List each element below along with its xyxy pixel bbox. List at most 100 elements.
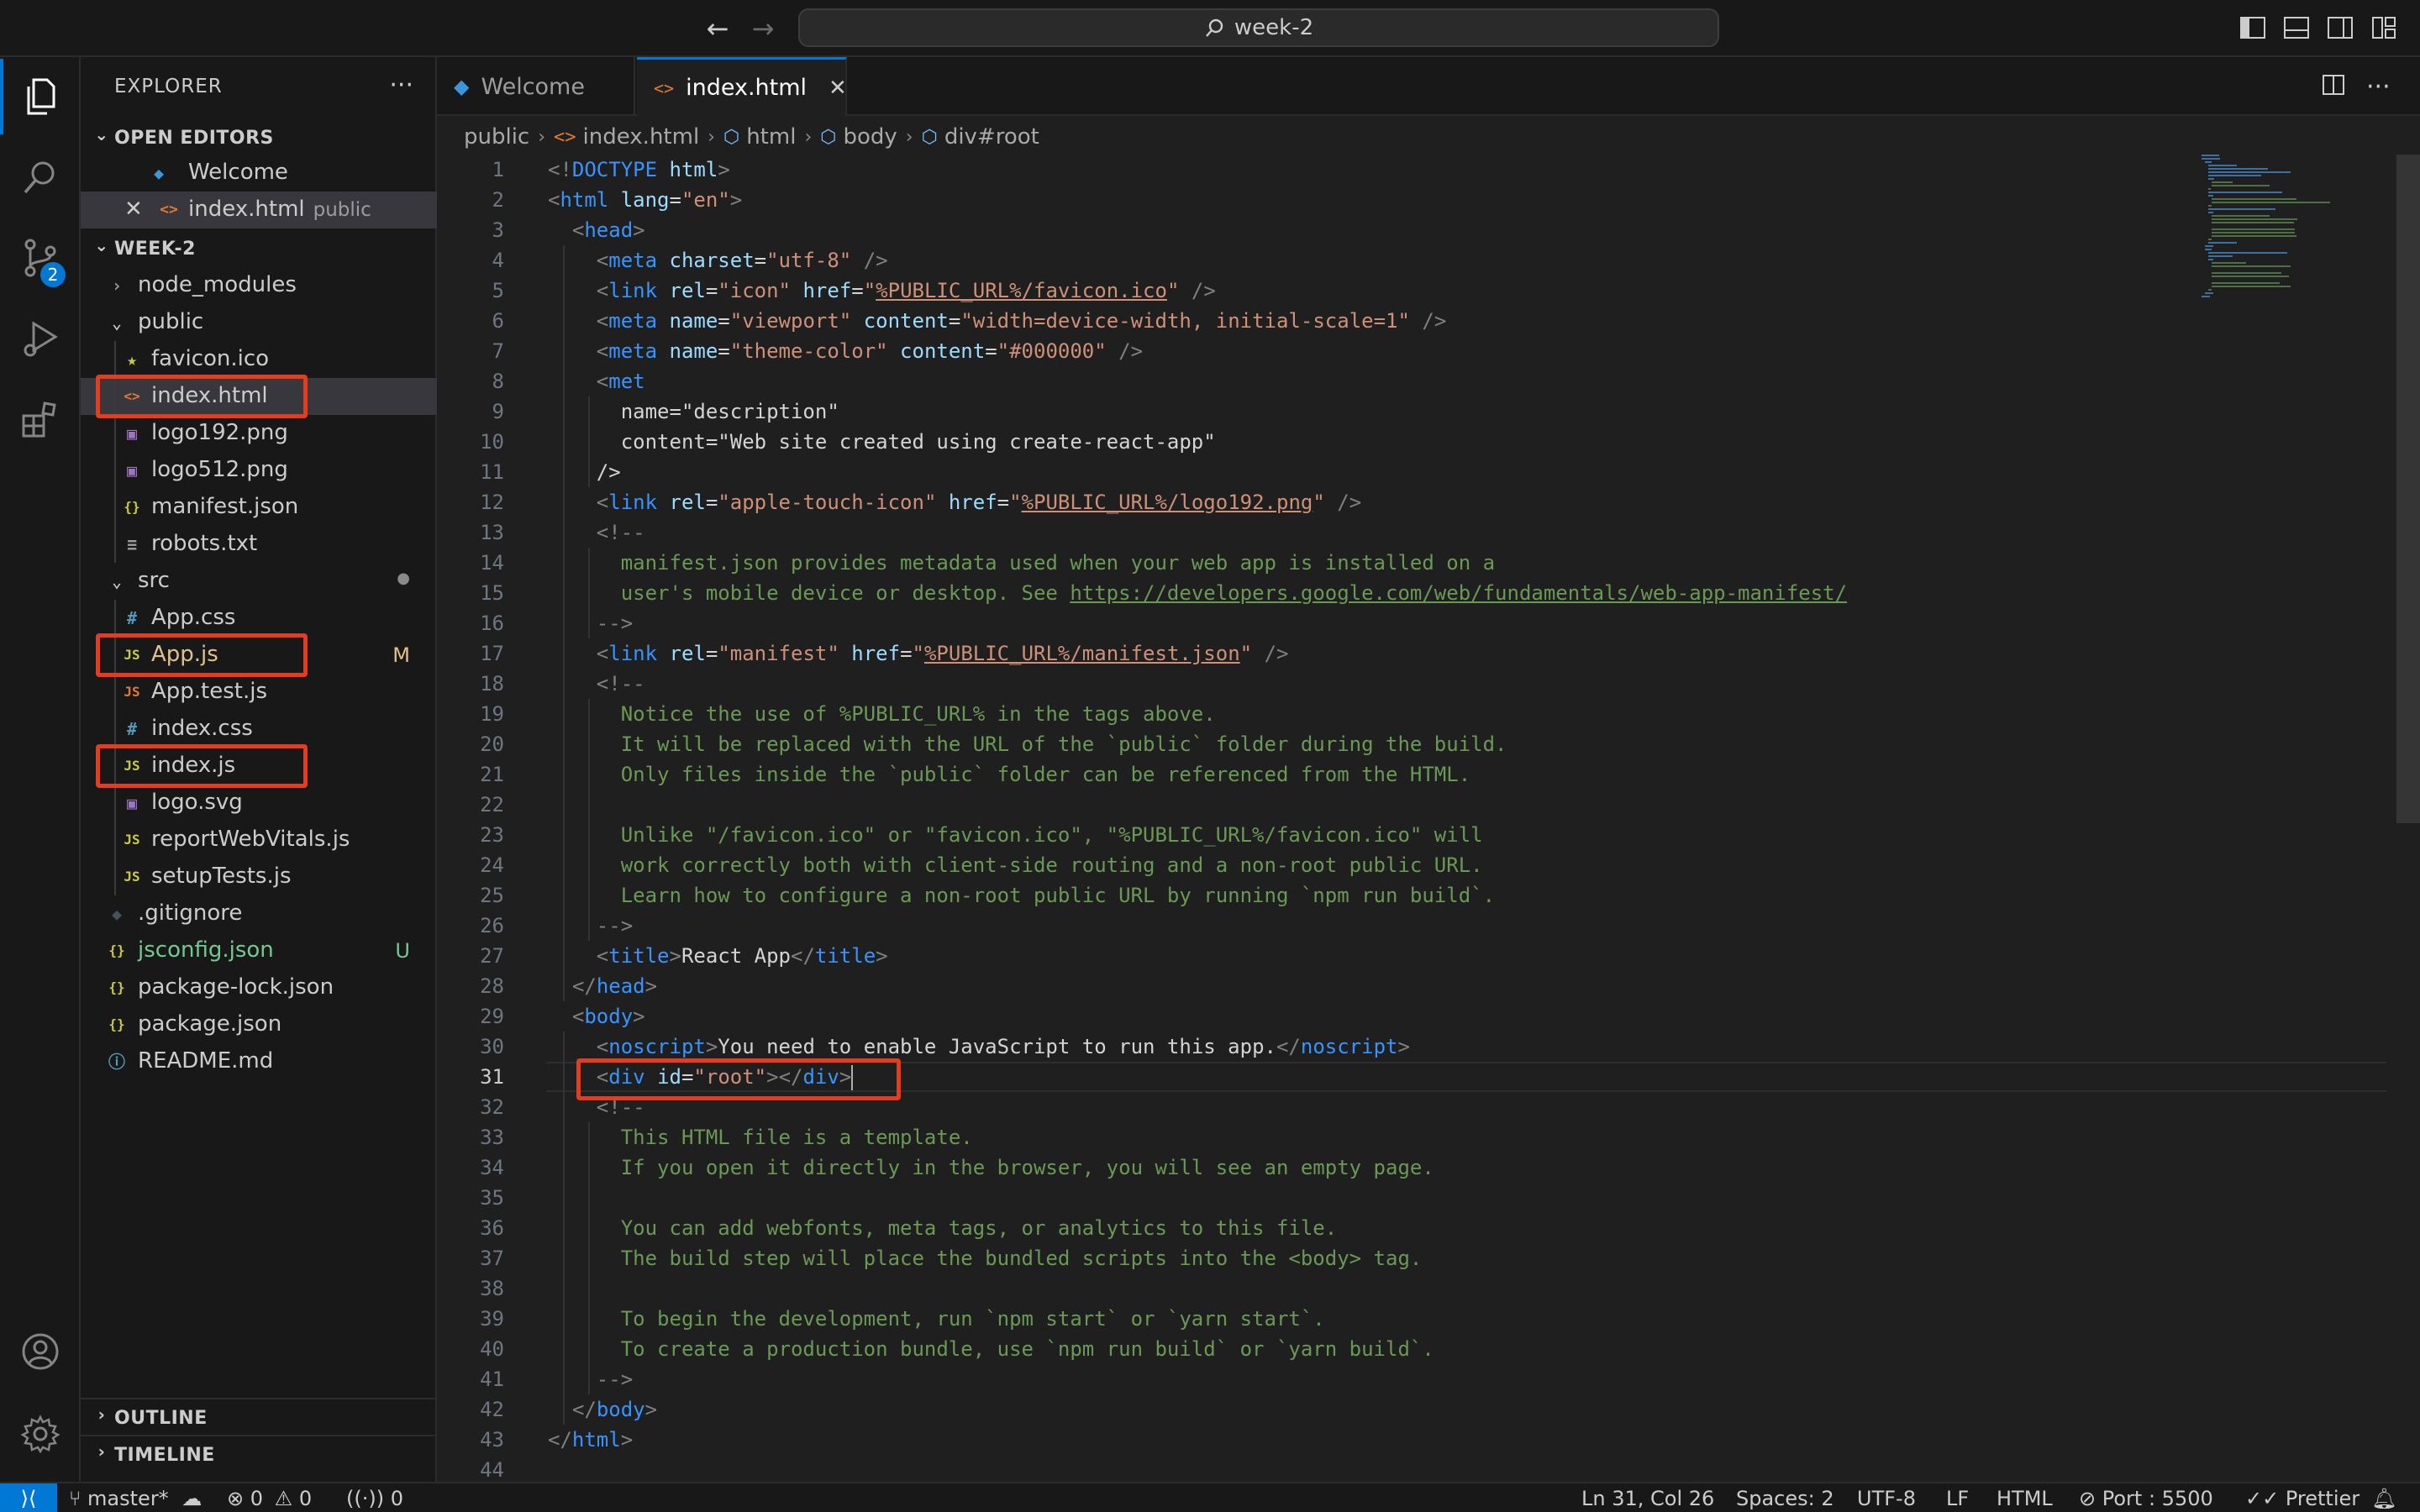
code-line[interactable]: </html> xyxy=(548,1425,633,1455)
tree-file-app-test-js[interactable]: JS App.test.js xyxy=(81,674,437,711)
tree-file-app-css[interactable]: # App.css xyxy=(81,600,437,637)
toggle-secondary-sidebar-icon[interactable] xyxy=(2326,13,2354,42)
customize-layout-icon[interactable] xyxy=(2370,13,2398,42)
tree-folder-node-modules[interactable]: › node_modules xyxy=(81,267,437,304)
tab-welcome[interactable]: ◆ Welcome xyxy=(437,57,635,116)
tree-file-package-json[interactable]: {} package.json xyxy=(81,1006,437,1043)
code-line[interactable]: Learn how to configure a non-root public… xyxy=(548,880,1495,911)
toggle-panel-icon[interactable] xyxy=(2282,13,2311,42)
problems-status[interactable]: ⊗ 0 ⚠ 0 xyxy=(227,1487,312,1510)
open-editor-welcome[interactable]: ◆ Welcome xyxy=(81,155,437,192)
code-line[interactable]: <!DOCTYPE html> xyxy=(548,155,730,185)
tree-file-gitignore[interactable]: ◆ .gitignore xyxy=(81,895,437,932)
code-line[interactable]: manifest.json provides metadata used whe… xyxy=(548,548,1495,578)
timeline-header[interactable]: › TIMELINE xyxy=(81,1435,437,1472)
toggle-primary-sidebar-icon[interactable] xyxy=(2238,13,2267,42)
code-line[interactable]: Only files inside the `public` folder ca… xyxy=(548,759,1470,790)
tree-folder-src[interactable]: ⌄ src ● xyxy=(81,563,437,600)
code-line[interactable]: <meta name="viewport" content="width=dev… xyxy=(548,306,1447,336)
minimap[interactable] xyxy=(2202,155,2370,306)
code-line[interactable]: <title>React App</title> xyxy=(548,941,888,971)
code-line[interactable]: It will be replaced with the URL of the … xyxy=(548,729,1507,759)
branch-status[interactable]: ⑂ master* ☁ xyxy=(69,1487,202,1510)
run-debug-activity[interactable] xyxy=(0,301,81,376)
scrollbar-thumb[interactable] xyxy=(2396,155,2420,823)
tree-file-setuptests-js[interactable]: JS setupTests.js xyxy=(81,858,437,895)
extensions-activity[interactable] xyxy=(0,381,81,457)
code-line[interactable]: To create a production bundle, use `npm … xyxy=(548,1334,1434,1364)
code-line[interactable]: To begin the development, run `npm start… xyxy=(548,1304,1325,1334)
tree-folder-public[interactable]: ⌄ public xyxy=(81,304,437,341)
code-line[interactable]: <meta name="theme-color" content="#00000… xyxy=(548,336,1143,366)
tree-file-index-css[interactable]: # index.css xyxy=(81,711,437,748)
breadcrumb-symbol-body[interactable]: body xyxy=(843,124,897,150)
code-line[interactable]: --> xyxy=(548,911,633,941)
split-editor-icon[interactable] xyxy=(2321,72,2346,104)
code-line[interactable]: <link rel="manifest" href="%PUBLIC_URL%/… xyxy=(548,638,1289,669)
code-line[interactable]: If you open it directly in the browser, … xyxy=(548,1152,1434,1183)
language-mode-status[interactable]: HTML xyxy=(1996,1487,2053,1510)
code-line[interactable]: Unlike "/favicon.ico" or "favicon.ico", … xyxy=(548,820,1483,850)
code-line[interactable]: <html lang="en"> xyxy=(548,185,742,215)
code-line[interactable]: work correctly both with client-side rou… xyxy=(548,850,1483,880)
live-server-status[interactable]: ⊘ Port : 5500 xyxy=(2079,1487,2213,1510)
code-editor[interactable]: 1 <!DOCTYPE html> 2 <html lang="en"> 3 <head… xyxy=(437,155,2386,1482)
code-line[interactable]: <head> xyxy=(548,215,645,245)
accounts-activity[interactable] xyxy=(0,1314,81,1389)
remote-indicator-icon[interactable]: ⟩⟨ xyxy=(0,1483,57,1512)
eol-status[interactable]: LF xyxy=(1946,1487,1969,1510)
tree-file-manifest-json[interactable]: {} manifest.json xyxy=(81,489,437,526)
tree-file-favicon-ico[interactable]: ★ favicon.ico xyxy=(81,341,437,378)
breadcrumb-file[interactable]: index.html xyxy=(583,124,700,150)
back-arrow-icon[interactable]: ← xyxy=(701,12,734,45)
code-line[interactable]: <link rel="apple-touch-icon" href="%PUBL… xyxy=(548,487,1361,517)
ports-status[interactable]: ((·)) 0 xyxy=(346,1487,403,1510)
code-line[interactable]: Notice the use of %PUBLIC_URL% in the ta… xyxy=(548,699,1216,729)
code-line[interactable]: <noscript>You need to enable JavaScript … xyxy=(548,1032,1410,1062)
tree-file-logo-svg[interactable]: ▣ logo.svg xyxy=(81,785,437,822)
encoding-status[interactable]: UTF-8 xyxy=(1857,1487,1916,1510)
code-line[interactable]: <meta charset="utf-8" /> xyxy=(548,245,888,276)
outline-header[interactable]: › OUTLINE xyxy=(81,1398,437,1435)
editor-more-actions-icon[interactable]: ··· xyxy=(2366,72,2391,102)
code-line[interactable]: --> xyxy=(548,608,633,638)
breadcrumb-symbol-div-root[interactable]: div#root xyxy=(944,124,1039,150)
editor-scrollbar[interactable] xyxy=(2396,155,2420,1482)
forward-arrow-icon[interactable]: → xyxy=(746,12,780,45)
code-line[interactable]: name="description" xyxy=(548,396,839,427)
tree-file-readme-md[interactable]: ⓘ README.md xyxy=(81,1043,437,1080)
more-actions-icon[interactable]: ··· xyxy=(389,71,413,100)
tab-index-html[interactable]: <> index.html ✕ xyxy=(637,57,847,116)
open-editors-header[interactable]: ⌄ OPEN EDITORS xyxy=(81,119,437,156)
search-activity[interactable] xyxy=(0,139,81,215)
code-line[interactable]: <link rel="icon" href="%PUBLIC_URL%/favi… xyxy=(548,276,1216,306)
cursor-position-status[interactable]: Ln 31, Col 26 xyxy=(1581,1487,1714,1510)
code-line[interactable]: --> xyxy=(548,1364,633,1394)
indentation-status[interactable]: Spaces: 2 xyxy=(1736,1487,1834,1510)
notifications-bell-icon[interactable]: 🔔︎ xyxy=(2371,1487,2396,1510)
tree-file-package-lock-json[interactable]: {} package-lock.json xyxy=(81,969,437,1006)
breadcrumb-symbol-html[interactable]: html xyxy=(746,124,796,150)
source-control-activity[interactable]: 2 xyxy=(0,220,81,296)
tree-file-logo512-png[interactable]: ▣ logo512.png xyxy=(81,452,437,489)
close-icon[interactable]: ✕ xyxy=(124,197,143,222)
code-line[interactable]: user's mobile device or desktop. See htt… xyxy=(548,578,1847,608)
tree-file-logo192-png[interactable]: ▣ logo192.png xyxy=(81,415,437,452)
code-line[interactable]: <body> xyxy=(548,1001,645,1032)
manage-activity[interactable] xyxy=(0,1396,81,1472)
tree-file-jsconfig-json[interactable]: {} jsconfig.json U xyxy=(81,932,437,969)
code-line[interactable]: The build step will place the bundled sc… xyxy=(548,1243,1423,1273)
code-line[interactable]: You can add webfonts, meta tags, or anal… xyxy=(548,1213,1338,1243)
tree-file-robots-txt[interactable]: ≡ robots.txt xyxy=(81,526,437,563)
breadcrumb-folder[interactable]: public xyxy=(464,124,529,150)
code-line[interactable]: /> xyxy=(548,457,621,487)
prettier-status[interactable]: ✓✓ Prettier xyxy=(2245,1487,2360,1510)
command-center-search[interactable]: week-2 xyxy=(798,8,1719,47)
close-icon[interactable]: ✕ xyxy=(829,76,847,101)
code-line[interactable]: content="Web site created using create-r… xyxy=(548,427,1216,457)
open-editor-index-html[interactable]: ✕ <> index.html public xyxy=(81,192,437,228)
workspace-header[interactable]: ⌄ WEEK-2 xyxy=(81,230,437,267)
code-line[interactable]: This HTML file is a template. xyxy=(548,1122,973,1152)
tree-file-reportwebvitals-js[interactable]: JS reportWebVitals.js xyxy=(81,822,437,858)
explorer-activity[interactable] xyxy=(0,59,81,134)
